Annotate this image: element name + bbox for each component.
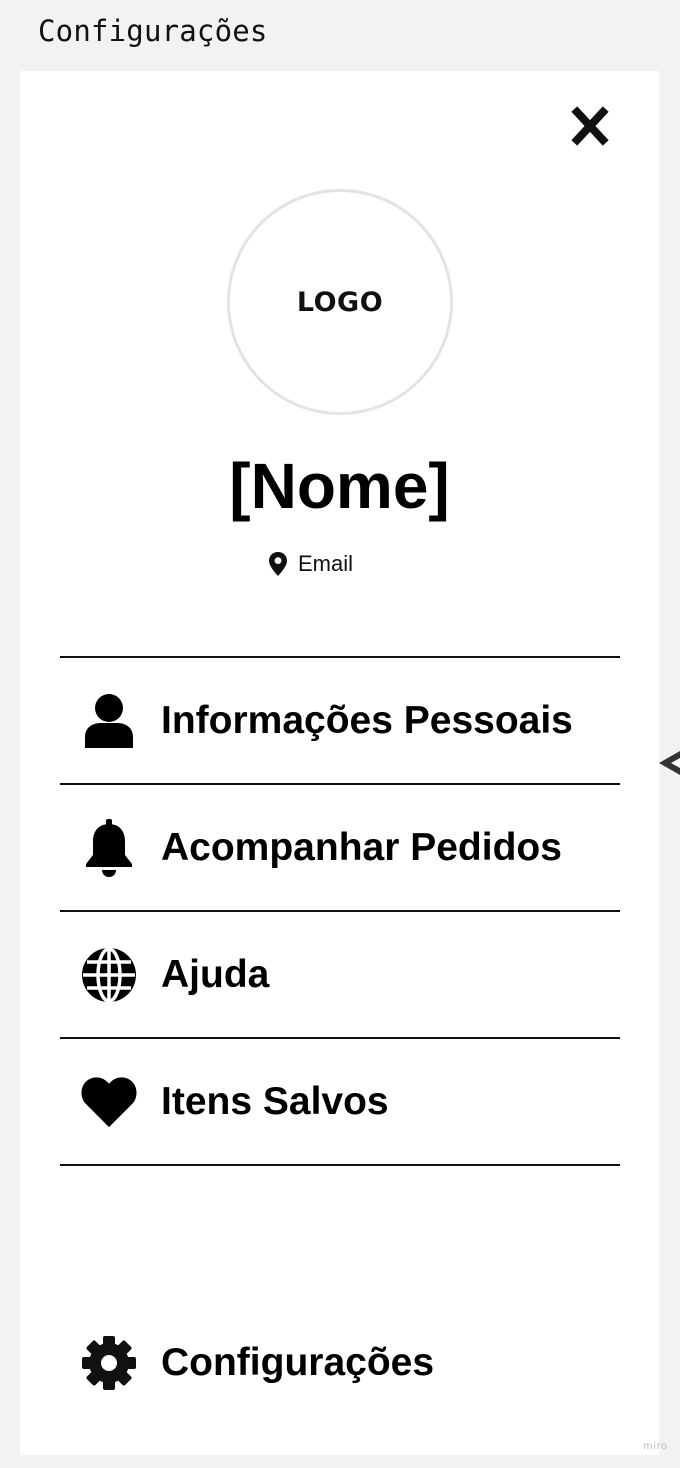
menu-item-label: Ajuda (161, 952, 270, 996)
menu-item-ajuda[interactable]: Ajuda (60, 912, 620, 1039)
gear-icon (81, 1334, 137, 1392)
user-icon (81, 692, 137, 750)
menu-item-informacoes-pessoais[interactable]: Informações Pessoais (60, 658, 620, 785)
menu-item-label: Informações Pessoais (161, 698, 573, 742)
watermark: miro (643, 1441, 668, 1452)
logo-text: LOGO (296, 286, 384, 318)
logo-avatar: LOGO (227, 189, 453, 415)
menu-item-label: Itens Salvos (161, 1079, 389, 1123)
location-pin-icon (269, 552, 287, 576)
email-row: Email (268, 549, 353, 579)
menu-item-acompanhar-pedidos[interactable]: Acompanhar Pedidos (60, 785, 620, 912)
menu-item-itens-salvos[interactable]: Itens Salvos (60, 1039, 620, 1166)
email-label: Email (298, 551, 354, 576)
bell-icon (81, 818, 137, 877)
board-title: Configurações (38, 14, 268, 48)
settings-button[interactable]: Configurações (60, 1331, 620, 1395)
arrow-left-icon[interactable] (657, 748, 680, 778)
close-icon (571, 106, 609, 146)
settings-label: Configurações (161, 1341, 435, 1384)
menu-list: Informações Pessoais Acompanhar Pedidos (60, 656, 620, 1166)
globe-icon (81, 946, 137, 1004)
close-button[interactable] (570, 105, 610, 147)
heart-icon (81, 1073, 137, 1131)
user-name: [Nome] (229, 450, 450, 522)
settings-panel: LOGO [Nome] Email Informações Pessoais A… (20, 71, 659, 1455)
menu-item-label: Acompanhar Pedidos (161, 825, 562, 869)
